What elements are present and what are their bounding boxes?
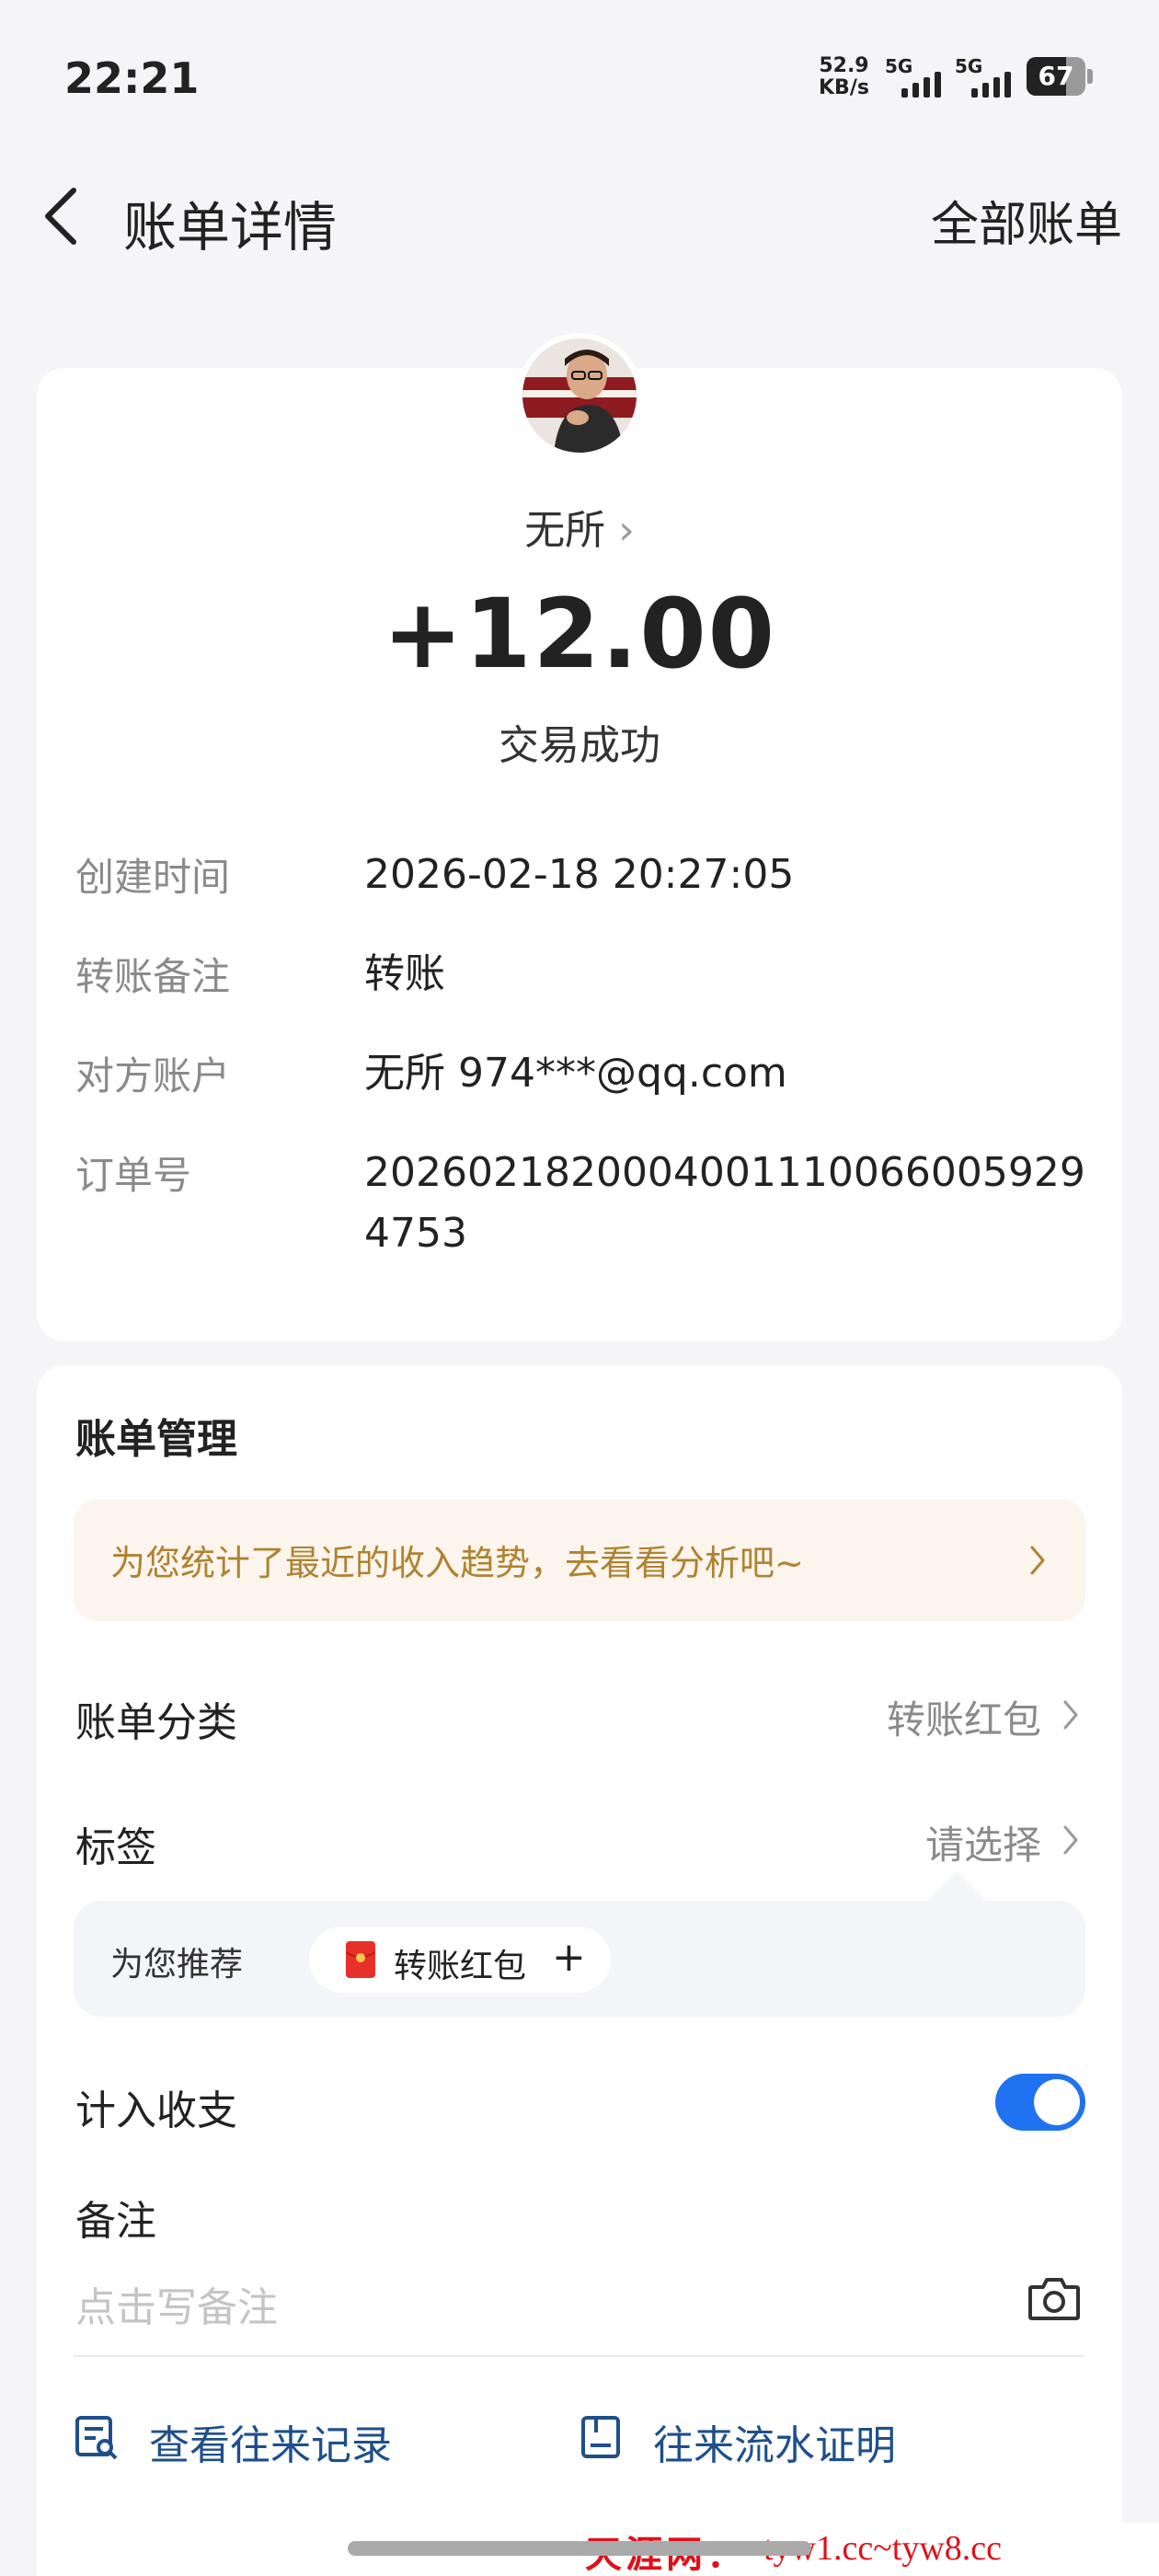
section-title: 账单管理 xyxy=(75,1416,237,1463)
chevron-right-icon[interactable] xyxy=(1056,1689,1084,1741)
detail-label-created: 创建时间 xyxy=(75,855,231,900)
transaction-status: 交易成功 xyxy=(499,722,660,769)
network-speed-value: 52.9 xyxy=(819,54,869,77)
detail-value-created: 2026-02-18 20:27:05 xyxy=(364,851,795,898)
network-speed: 52.9 KB/s xyxy=(819,55,869,99)
counterparty-name: 无所 xyxy=(524,507,606,554)
back-arrow-icon[interactable] xyxy=(37,179,92,253)
view-records-link[interactable]: 查看往来记录 xyxy=(149,2412,392,2471)
battery-level: 67 xyxy=(1038,61,1074,91)
include-income-label: 计入收支 xyxy=(75,2087,237,2134)
include-income-toggle[interactable] xyxy=(995,2074,1085,2131)
counterparty-row[interactable]: 无所 › xyxy=(0,497,1159,556)
battery-icon: 67 xyxy=(1027,57,1093,96)
transaction-amount: +12.00 xyxy=(382,578,777,690)
tag-recommend-box: 为您推荐 转账红包 + xyxy=(74,1901,1085,2017)
status-time: 22:21 xyxy=(64,53,200,103)
camera-icon[interactable] xyxy=(1027,2272,1082,2324)
status-bar: 22:21 52.9 KB/s 5G 5G 67 xyxy=(0,0,1159,156)
recommend-tag-chip[interactable]: 转账红包 + xyxy=(309,1926,611,1993)
detail-value-account: 无所 974***@qq.com xyxy=(364,1050,787,1097)
detail-label-account: 对方账户 xyxy=(75,1053,231,1098)
detail-label-remark: 转账备注 xyxy=(75,954,231,999)
avatar-image xyxy=(522,339,637,453)
tag-select[interactable]: 请选择 xyxy=(925,1814,1041,1870)
tag-label: 标签 xyxy=(75,1824,156,1871)
detail-value-order: 20260218200040011100660059294753 xyxy=(364,1149,1085,1257)
banner-text: 为您统计了最近的收入趋势，去看看分析吧~ xyxy=(110,1543,804,1583)
detail-label-order: 订单号 xyxy=(75,1153,192,1198)
red-envelope-icon xyxy=(346,1941,375,1978)
chevron-right-icon xyxy=(1030,1546,1045,1575)
avatar[interactable] xyxy=(517,333,642,458)
category-value[interactable]: 转账红包 xyxy=(887,1689,1041,1745)
network-speed-unit: KB/s xyxy=(819,76,869,99)
statement-proof-link[interactable]: 往来流水证明 xyxy=(653,2412,896,2471)
category-label: 账单分类 xyxy=(75,1699,237,1746)
divider xyxy=(74,2355,1085,2357)
statement-icon[interactable] xyxy=(580,2412,625,2462)
chevron-right-icon: › xyxy=(618,507,635,554)
chevron-right-icon[interactable] xyxy=(1056,1814,1084,1866)
home-indicator[interactable] xyxy=(348,2541,811,2556)
all-bills-link[interactable]: 全部账单 xyxy=(931,186,1122,255)
signal-icon: 5G xyxy=(885,55,958,98)
note-input[interactable]: 点击写备注 xyxy=(75,2274,278,2333)
detail-value-remark: 转账 xyxy=(364,950,445,997)
income-trend-banner[interactable]: 为您统计了最近的收入趋势，去看看分析吧~ xyxy=(74,1500,1085,1621)
page-title: 账单详情 xyxy=(123,196,338,259)
top-nav: 账单详情 全部账单 xyxy=(0,166,1159,267)
recommend-tag-text: 转账红包 xyxy=(394,1948,527,1985)
recommend-label: 为您推荐 xyxy=(110,1946,244,1984)
records-icon[interactable] xyxy=(74,2412,120,2462)
add-tag-icon[interactable]: + xyxy=(552,1934,586,1981)
signal-icon-2: 5G xyxy=(955,55,1028,98)
recommend-pointer xyxy=(925,1871,988,1903)
note-label: 备注 xyxy=(75,2198,156,2245)
